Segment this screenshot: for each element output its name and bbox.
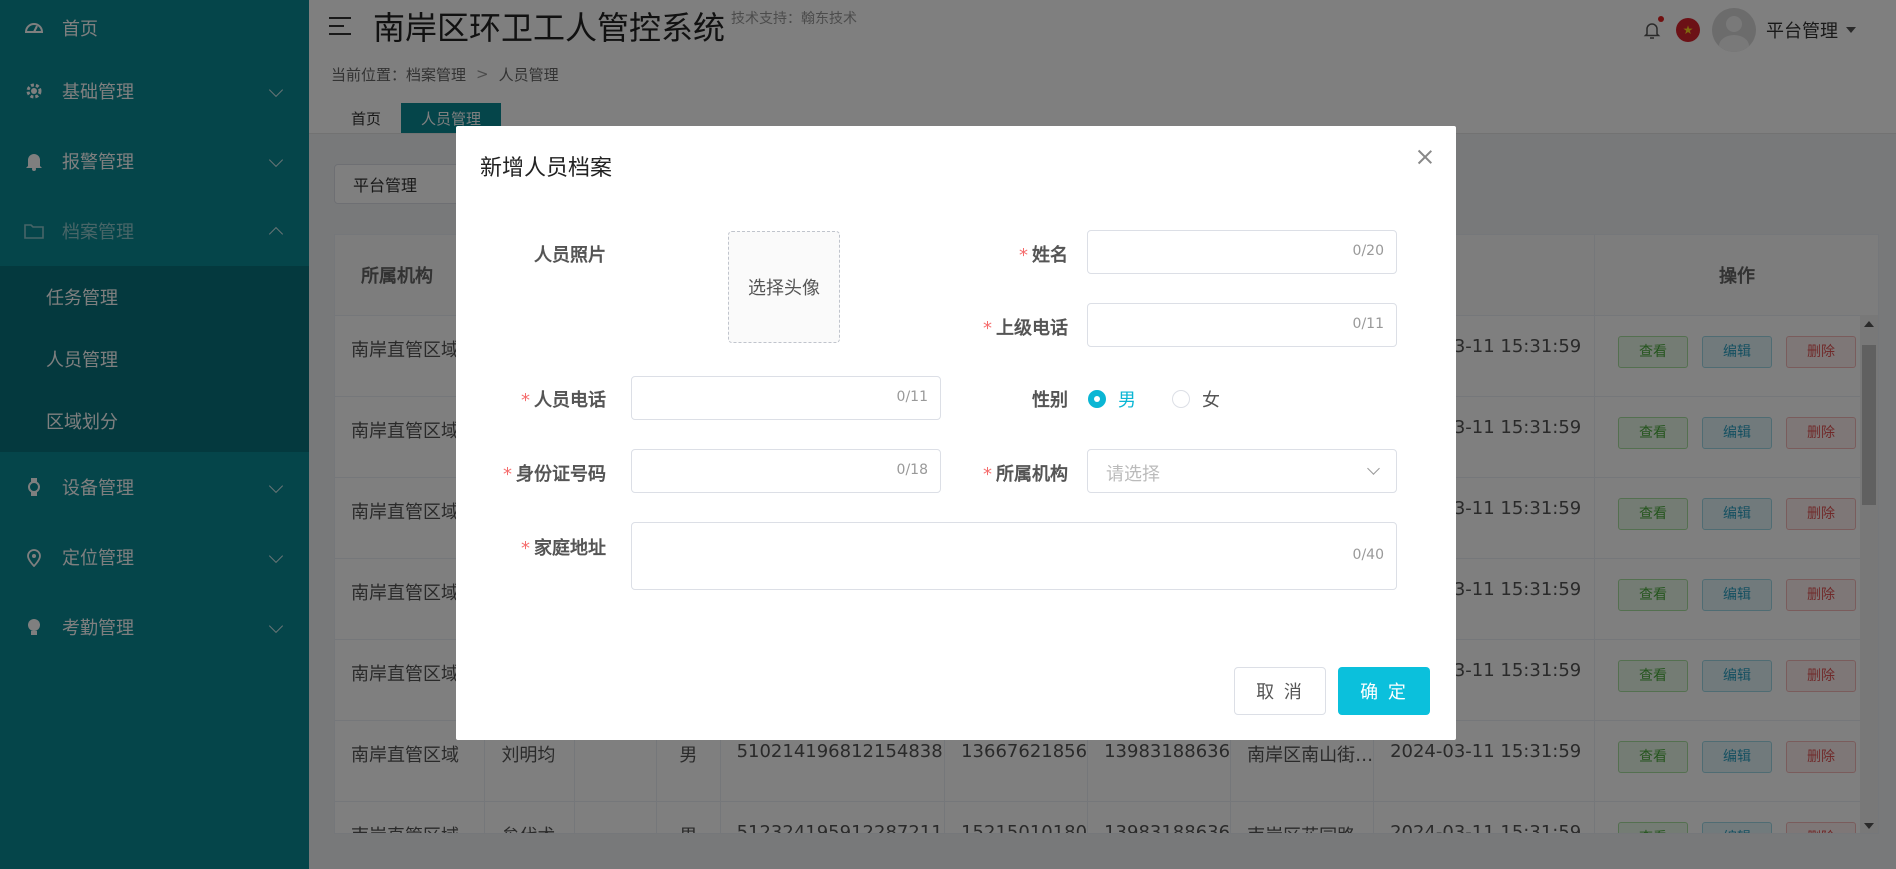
- dialog-title: 新增人员档案: [480, 156, 613, 181]
- confirm-button[interactable]: 确 定: [1338, 667, 1430, 715]
- superior-phone-input[interactable]: 0/11: [1087, 303, 1397, 347]
- close-icon[interactable]: [1416, 148, 1434, 166]
- id-number-label: * 身份证号码: [503, 464, 606, 485]
- address-char-count: 0/40: [1352, 547, 1384, 563]
- name-char-count: 0/20: [1352, 243, 1384, 259]
- org-select[interactable]: 请选择: [1087, 449, 1397, 493]
- phone-input[interactable]: 0/11: [631, 376, 941, 420]
- name-input[interactable]: 0/20: [1087, 230, 1397, 274]
- phone-label: * 人员电话: [521, 390, 606, 411]
- name-label: * 姓名: [1019, 245, 1068, 266]
- choose-avatar-button[interactable]: 选择头像: [728, 231, 840, 343]
- org-placeholder: 请选择: [1106, 464, 1160, 485]
- superior-phone-label: * 上级电话: [983, 318, 1068, 339]
- photo-label: 人员照片: [534, 245, 606, 266]
- cancel-button[interactable]: 取 消: [1234, 667, 1326, 715]
- add-personnel-dialog: 新增人员档案 人员照片 选择头像 * 姓名 0/20 * 上级电话 0/11 * 人员…: [456, 126, 1456, 740]
- org-label: * 所属机构: [983, 464, 1068, 485]
- address-textarea[interactable]: 0/40: [631, 522, 1397, 590]
- gender-radio-group: 男 女: [1088, 386, 1256, 412]
- superior-phone-char-count: 0/11: [1352, 316, 1384, 332]
- gender-male-radio[interactable]: 男: [1088, 386, 1136, 412]
- gender-female-radio[interactable]: 女: [1172, 386, 1220, 412]
- id-number-input[interactable]: 0/18: [631, 449, 941, 493]
- address-label: * 家庭地址: [521, 538, 606, 559]
- chevron-down-icon: [1367, 462, 1380, 475]
- gender-label: 性别: [1032, 390, 1068, 411]
